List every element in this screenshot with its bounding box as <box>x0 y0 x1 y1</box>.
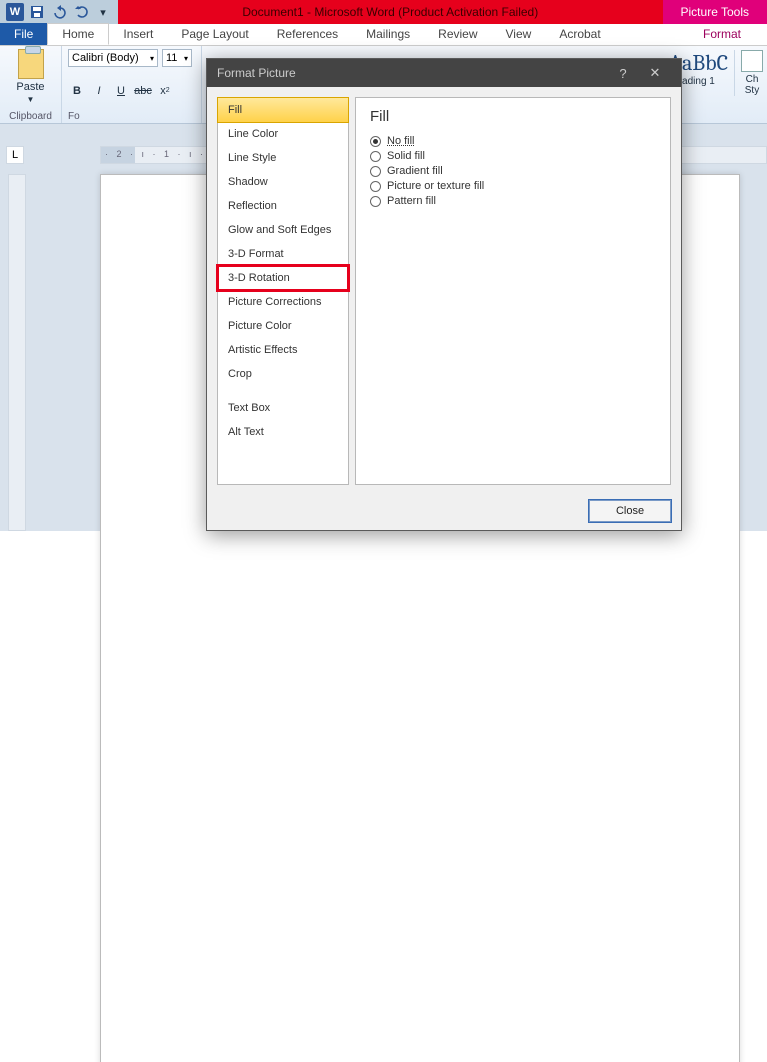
radio-icon <box>370 166 381 177</box>
category-line-style[interactable]: Line Style <box>218 146 348 170</box>
category-list: Fill Line Color Line Style Shadow Reflec… <box>217 97 349 485</box>
tab-format[interactable]: Format <box>689 23 755 45</box>
tab-file[interactable]: File <box>0 23 47 45</box>
tab-page-layout[interactable]: Page Layout <box>167 23 262 45</box>
tab-view[interactable]: View <box>492 23 546 45</box>
radio-icon <box>370 181 381 192</box>
category-alt-text[interactable]: Alt Text <box>218 420 348 444</box>
paste-label: Paste <box>16 81 44 93</box>
qat-customize-icon[interactable]: ▾ <box>94 3 112 21</box>
font-size-select[interactable]: 11▾ <box>162 49 192 67</box>
paste-dropdown-icon[interactable]: ▼ <box>27 95 35 104</box>
dialog-title-bar[interactable]: Format Picture ? ✕ <box>207 59 681 87</box>
font-family-select[interactable]: Calibri (Body)▾ <box>68 49 158 67</box>
change-styles-button[interactable]: Ch Sty <box>734 50 763 96</box>
paste-button[interactable]: Paste ▼ <box>6 49 55 104</box>
radio-icon <box>370 196 381 207</box>
font-group-label: Fo <box>68 110 195 123</box>
category-crop[interactable]: Crop <box>218 362 348 386</box>
fill-pane-title: Fill <box>370 108 656 125</box>
title-bar: W ▾ Document1 - Microsoft Word (Product … <box>0 0 767 24</box>
fill-option-picture-texture[interactable]: Picture or texture fill <box>370 180 656 192</box>
strike-button[interactable]: abc <box>134 82 152 100</box>
ribbon-tabs: File Home Insert Page Layout References … <box>0 24 767 46</box>
category-picture-corrections[interactable]: Picture Corrections <box>218 290 348 314</box>
picture-tools-tab-header: Picture Tools <box>663 0 767 24</box>
clipboard-group: Paste ▼ Clipboard <box>0 46 62 123</box>
category-fill[interactable]: Fill <box>217 97 349 123</box>
subscript-button[interactable]: x2 <box>156 82 174 100</box>
fill-option-gradient[interactable]: Gradient fill <box>370 165 656 177</box>
font-group: Calibri (Body)▾ 11▾ B I U abc x2 Fo <box>62 46 202 123</box>
category-3d-format[interactable]: 3-D Format <box>218 242 348 266</box>
category-picture-color[interactable]: Picture Color <box>218 314 348 338</box>
italic-button[interactable]: I <box>90 82 108 100</box>
tab-stop-selector[interactable]: L <box>6 146 24 164</box>
category-glow[interactable]: Glow and Soft Edges <box>218 218 348 242</box>
help-button[interactable]: ? <box>607 66 639 81</box>
save-icon[interactable] <box>28 3 46 21</box>
radio-icon <box>370 136 381 147</box>
word-app-icon: W <box>6 3 24 21</box>
underline-button[interactable]: U <box>112 82 130 100</box>
category-reflection[interactable]: Reflection <box>218 194 348 218</box>
category-line-color[interactable]: Line Color <box>218 122 348 146</box>
quick-access-toolbar: W ▾ <box>0 0 118 24</box>
tab-mailings[interactable]: Mailings <box>352 23 424 45</box>
redo-icon[interactable] <box>72 3 90 21</box>
category-3d-rotation[interactable]: 3-D Rotation <box>218 266 348 290</box>
format-picture-dialog: Format Picture ? ✕ Fill Line Color Line … <box>206 58 682 531</box>
close-button[interactable]: Close <box>589 500 671 522</box>
category-shadow[interactable]: Shadow <box>218 170 348 194</box>
category-text-box[interactable]: Text Box <box>218 396 348 420</box>
dialog-title: Format Picture <box>217 66 296 80</box>
fill-option-no-fill[interactable]: No fill <box>370 135 656 147</box>
fill-option-pattern[interactable]: Pattern fill <box>370 195 656 207</box>
fill-option-solid[interactable]: Solid fill <box>370 150 656 162</box>
close-x-button[interactable]: ✕ <box>639 65 671 81</box>
tab-references[interactable]: References <box>263 23 352 45</box>
clipboard-group-label: Clipboard <box>6 110 55 123</box>
tab-review[interactable]: Review <box>424 23 491 45</box>
tab-insert[interactable]: Insert <box>109 23 167 45</box>
window-title: Document1 - Microsoft Word (Product Acti… <box>118 5 663 19</box>
vertical-ruler[interactable] <box>8 174 26 531</box>
fill-pane: Fill No fill Solid fill Gradient fill Pi… <box>355 97 671 485</box>
undo-icon[interactable] <box>50 3 68 21</box>
change-styles-icon <box>741 50 763 72</box>
bold-button[interactable]: B <box>68 82 86 100</box>
tab-home[interactable]: Home <box>47 23 109 45</box>
radio-icon <box>370 151 381 162</box>
tab-acrobat[interactable]: Acrobat <box>545 23 614 45</box>
clipboard-icon <box>18 49 44 79</box>
category-artistic-effects[interactable]: Artistic Effects <box>218 338 348 362</box>
